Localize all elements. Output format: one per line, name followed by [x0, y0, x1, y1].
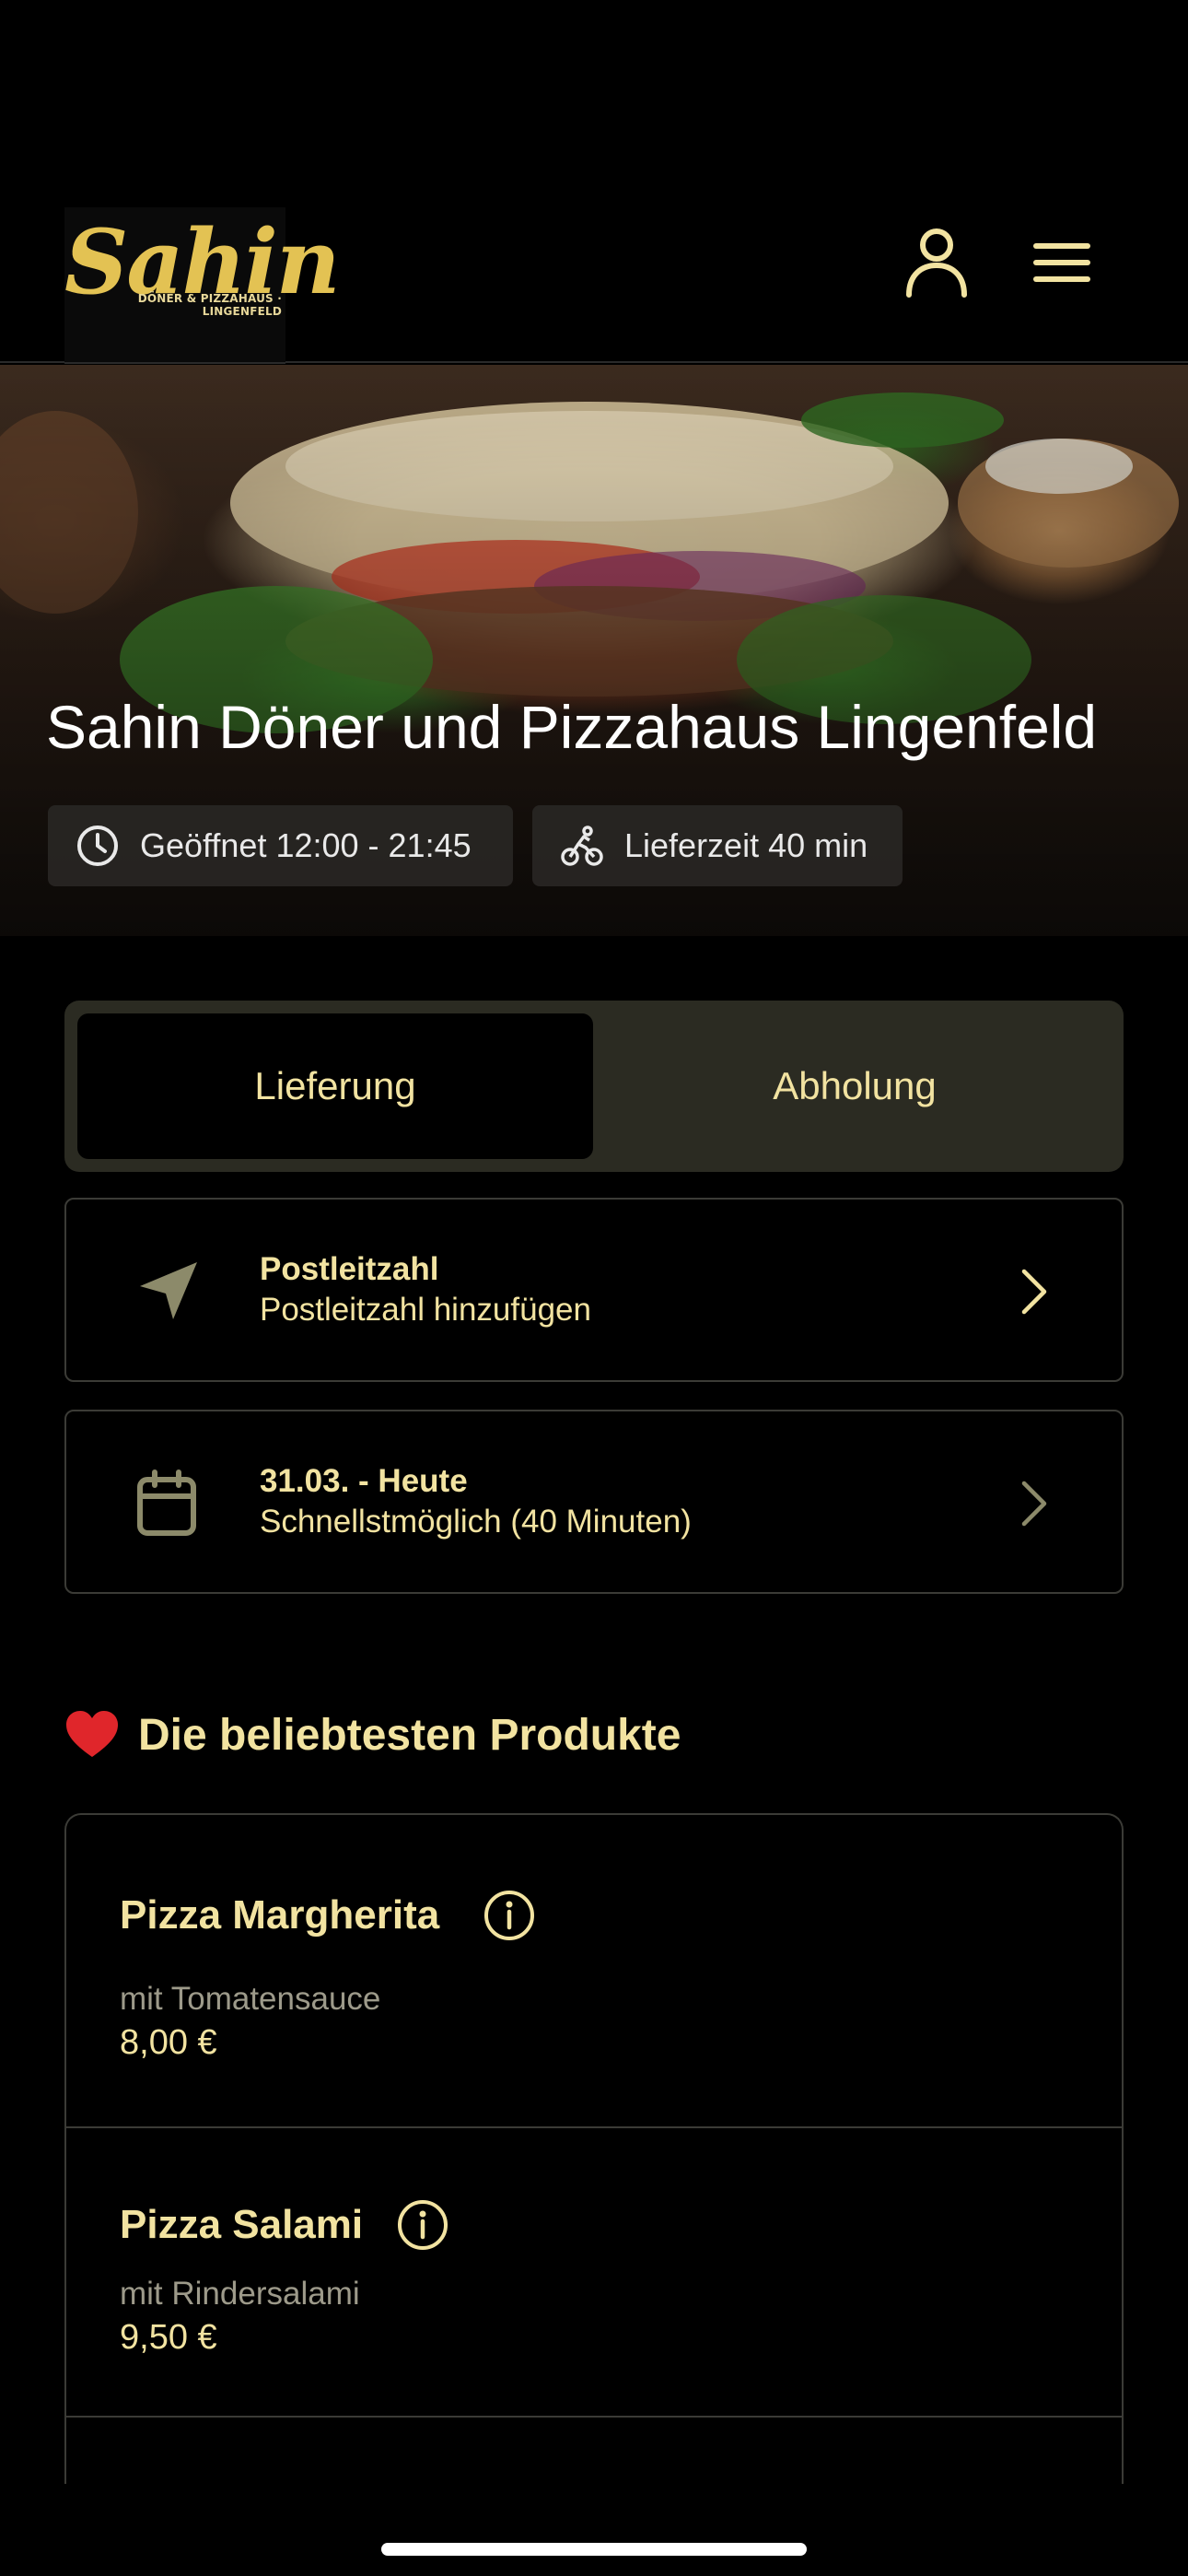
info-icon[interactable] — [396, 2198, 449, 2252]
delivery-time-selector[interactable]: 31.03. - Heute Schnellstmöglich (40 Minu… — [64, 1410, 1124, 1594]
order-mode-toggle: Lieferung Abholung — [64, 1001, 1124, 1172]
info-icon[interactable] — [483, 1889, 536, 1942]
brand-logo[interactable]: Sahin DÖNER & PIZZAHAUS · LINGENFELD — [64, 207, 341, 364]
chevron-right-icon — [1021, 1481, 1047, 1527]
product-name: Pizza Margherita — [120, 1892, 440, 1938]
product-price: 9,50 € — [120, 2318, 217, 2357]
tab-lieferung[interactable]: Lieferung — [77, 1013, 593, 1159]
product-card[interactable]: Pizza Margherita mit Tomatensauce 8,00 € — [66, 1815, 1122, 2128]
product-description: mit Tomatensauce — [120, 1981, 381, 2017]
chevron-right-icon — [1021, 1269, 1047, 1315]
delivery-date-subtitle: Schnellstmöglich (40 Minuten) — [260, 1504, 692, 1540]
delivery-time-text: Lieferzeit 40 min — [624, 826, 868, 864]
logo-subtitle: DÖNER & PIZZAHAUS · LINGENFELD — [137, 292, 282, 318]
opening-hours-text: Geöffnet 12:00 - 21:45 — [140, 826, 472, 864]
product-card[interactable]: Pizza Salami mit Rindersalami 9,50 € — [66, 2128, 1122, 2418]
postcode-selector[interactable]: Postleitzahl Postleitzahl hinzufügen — [64, 1198, 1124, 1382]
clock-icon — [77, 825, 118, 866]
user-icon[interactable] — [904, 227, 969, 299]
product-list: Pizza Margherita mit Tomatensauce 8,00 €… — [64, 1813, 1124, 2484]
postcode-subtitle: Postleitzahl hinzufügen — [260, 1292, 591, 1328]
app-header: Sahin DÖNER & PIZZAHAUS · LINGENFELD — [0, 0, 1188, 364]
delivery-time-badge: Lieferzeit 40 min — [532, 805, 903, 886]
opening-hours-badge: Geöffnet 12:00 - 21:45 — [48, 805, 513, 886]
hamburger-menu-icon[interactable] — [1030, 240, 1094, 286]
postcode-title: Postleitzahl — [260, 1251, 439, 1287]
tab-abholung[interactable]: Abholung — [599, 1013, 1111, 1159]
popular-products-title: Die beliebtesten Produkte — [138, 1710, 681, 1760]
product-price: 8,00 € — [120, 2023, 217, 2062]
bike-icon — [561, 825, 603, 866]
popular-products-heading: Die beliebtesten Produkte — [64, 1703, 681, 1767]
location-arrow-icon — [140, 1262, 197, 1319]
product-name: Pizza Salami — [120, 2202, 364, 2247]
home-indicator[interactable] — [381, 2543, 807, 2556]
hero-banner: Sahin Döner und Pizzahaus Lingenfeld Geö… — [0, 365, 1188, 936]
product-description: mit Rindersalami — [120, 2276, 360, 2312]
calendar-icon — [137, 1469, 196, 1536]
heart-icon — [66, 1711, 118, 1757]
restaurant-name: Sahin Döner und Pizzahaus Lingenfeld — [46, 693, 1098, 761]
delivery-date-title: 31.03. - Heute — [260, 1463, 468, 1499]
